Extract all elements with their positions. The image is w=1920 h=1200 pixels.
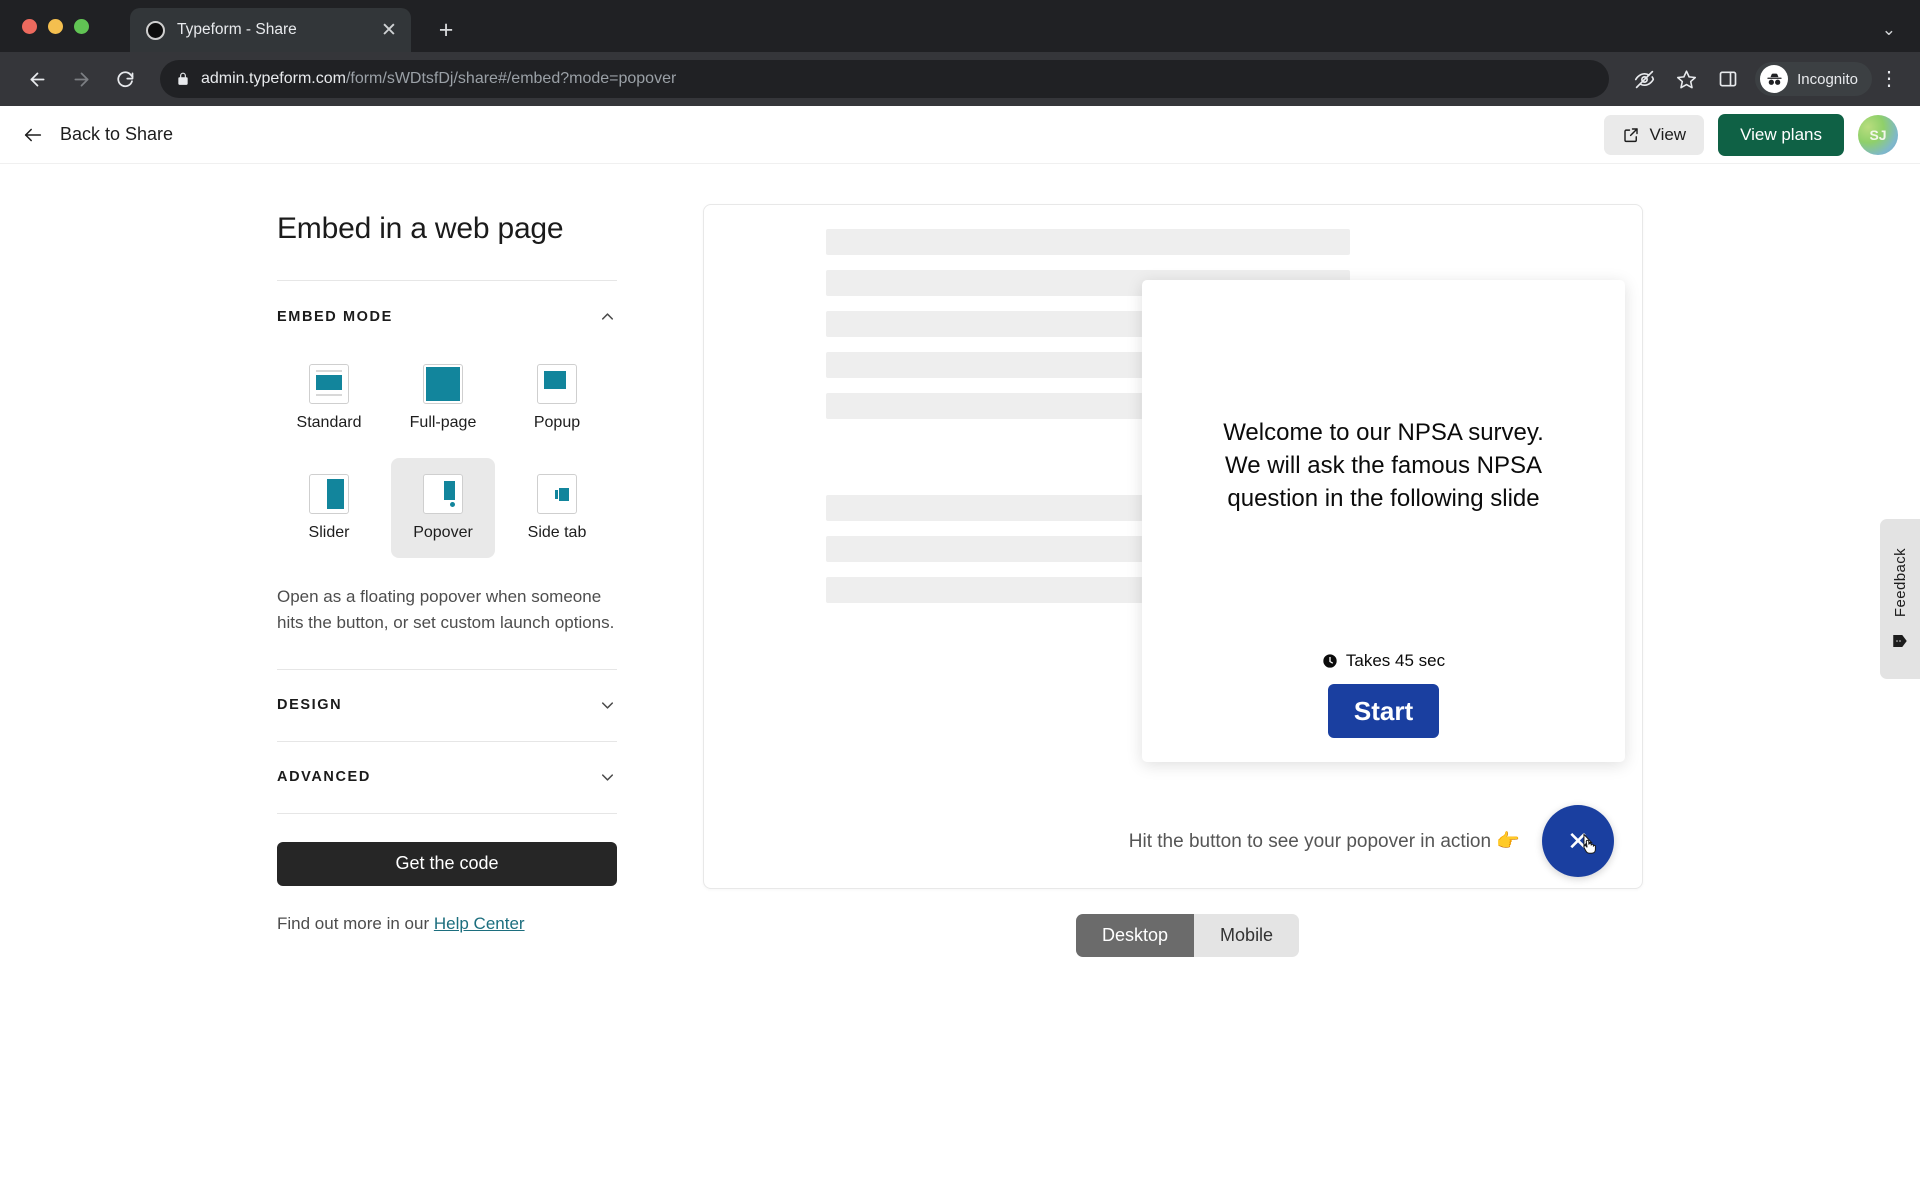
help-center-link[interactable]: Help Center [434,914,525,933]
device-toggle-mobile[interactable]: Mobile [1194,914,1300,957]
back-navigation-icon[interactable] [18,60,56,98]
full-page-embed-icon [423,364,463,404]
embed-preview: Welcome to our NPSA survey. We will ask … [703,204,1643,889]
section-header-embed-mode[interactable]: EMBED MODE [277,281,617,326]
tab-search-chevron-down-icon[interactable]: ⌄ [1882,20,1896,40]
tab-favicon-icon [146,20,165,40]
feedback-tab[interactable]: Feedback [1880,519,1920,679]
back-to-share-label: Back to Share [60,124,174,144]
popover-hint-text: Hit the button to see your popover in ac… [1128,831,1520,852]
popover-launcher-button[interactable]: ✕ [1542,805,1614,877]
eye-slash-icon[interactable] [1625,60,1663,98]
app-header-actions: View View plans SJ [1603,113,1898,156]
view-button-label: View [1649,124,1687,144]
embed-mode-full-page-label: Full-page [409,414,477,431]
lock-icon [176,71,190,87]
page-body: Embed in a web page EMBED MODE Standard [0,164,1920,1199]
view-button[interactable]: View [1603,114,1705,155]
chevron-down-icon [598,696,617,715]
browser-window: Typeform - Share ✕ + ⌄ admin.typeform.co… [0,0,1920,1200]
start-button[interactable]: Start [1327,684,1440,738]
help-prefix-label: Find out more in our [277,913,434,933]
new-tab-button[interactable]: + [432,18,460,43]
takes-duration: Takes 45 sec [1322,651,1445,671]
embed-mode-popover[interactable]: Popover [391,458,495,558]
section-header-advanced[interactable]: ADVANCED [277,742,617,787]
page-title: Embed in a web page [277,212,564,245]
url-path: /form/sWDtsfDj/share#/embed?mode=popover [345,70,677,87]
profile-incognito-pill[interactable]: Incognito [1755,62,1872,96]
avatar[interactable]: SJ [1858,114,1898,155]
close-tab-icon[interactable]: ✕ [379,21,399,40]
back-to-share-link[interactable]: Back to Share [22,124,173,146]
forward-navigation-icon[interactable] [62,60,100,98]
profile-label: Incognito [1797,70,1858,88]
toolbar-actions: Incognito ⋮ [1625,60,1902,98]
design-label: DESIGN [277,697,343,714]
close-window-button[interactable] [22,19,37,34]
embed-mode-side-tab[interactable]: Side tab [505,458,609,558]
feedback-label: Feedback [1891,548,1909,618]
browser-menu-icon[interactable]: ⋮ [1876,69,1902,89]
slider-embed-icon [309,474,349,514]
external-link-icon [1622,126,1640,144]
browser-toolbar: admin.typeform.com/form/sWDtsfDj/share#/… [0,52,1920,106]
embed-mode-standard[interactable]: Standard [277,348,381,448]
popover-hint-row: Hit the button to see your popover in ac… [704,805,1614,877]
section-header-design[interactable]: DESIGN [277,670,617,715]
advanced-label: ADVANCED [277,769,371,786]
embed-mode-popup[interactable]: Popup [505,348,609,448]
chevron-up-icon [598,307,617,326]
embed-settings-panel: Embed in a web page EMBED MODE Standard [277,212,617,934]
popover-preview: Welcome to our NPSA survey. We will ask … [1142,280,1625,762]
clock-icon [1322,653,1338,669]
pointer-cursor-icon [1578,831,1600,862]
takes-duration-label: Takes 45 sec [1345,651,1446,670]
embed-mode-description: Open as a floating popover when someone … [277,587,615,633]
browser-tab-strip: Typeform - Share ✕ + ⌄ [0,0,1920,52]
help-center-line: Find out more in our Help Center [277,914,617,934]
divider [277,812,617,814]
embed-mode-slider[interactable]: Slider [277,458,381,558]
tab-title: Typeform - Share [177,21,297,38]
feedback-tag-icon [1891,632,1909,650]
address-bar[interactable]: admin.typeform.com/form/sWDtsfDj/share#/… [160,60,1610,98]
device-preview-toggle: Desktop Mobile [1076,914,1300,957]
skeleton-bar [826,229,1350,255]
bookmark-star-icon[interactable] [1667,60,1705,98]
side-panel-icon[interactable] [1709,60,1747,98]
embed-mode-slider-label: Slider [308,524,350,541]
embed-mode-popup-label: Popup [533,414,581,431]
embed-mode-popover-label: Popover [413,524,473,541]
browser-tab[interactable]: Typeform - Share ✕ [130,8,411,52]
popup-embed-icon [537,364,577,404]
minimize-window-button[interactable] [48,19,63,34]
embed-mode-standard-label: Standard [296,414,362,431]
view-plans-button[interactable]: View plans [1718,113,1844,156]
embed-mode-label: EMBED MODE [277,308,393,325]
reload-icon[interactable] [106,60,144,98]
popover-message: Welcome to our NPSA survey. We will ask … [1223,419,1544,513]
standard-embed-icon [309,364,349,404]
side-tab-embed-icon [537,474,577,514]
embed-mode-grid: Standard Full-page Popup Slider Popover … [277,348,617,558]
get-the-code-button[interactable]: Get the code [277,841,617,886]
embed-mode-side-tab-label: Side tab [527,524,587,541]
incognito-icon [1760,65,1789,93]
popover-embed-icon [423,474,463,514]
arrow-left-icon [22,124,44,146]
device-toggle-desktop[interactable]: Desktop [1076,914,1195,957]
embed-mode-full-page[interactable]: Full-page [391,348,495,448]
avatar-initials: SJ [1869,126,1887,143]
app-header: Back to Share View View plans SJ [0,106,1920,164]
maximize-window-button[interactable] [74,19,89,34]
window-controls [22,19,89,34]
url-host: admin.typeform.com [201,70,346,87]
address-bar-url: admin.typeform.com/form/sWDtsfDj/share#/… [201,70,676,88]
chevron-down-icon [598,768,617,787]
